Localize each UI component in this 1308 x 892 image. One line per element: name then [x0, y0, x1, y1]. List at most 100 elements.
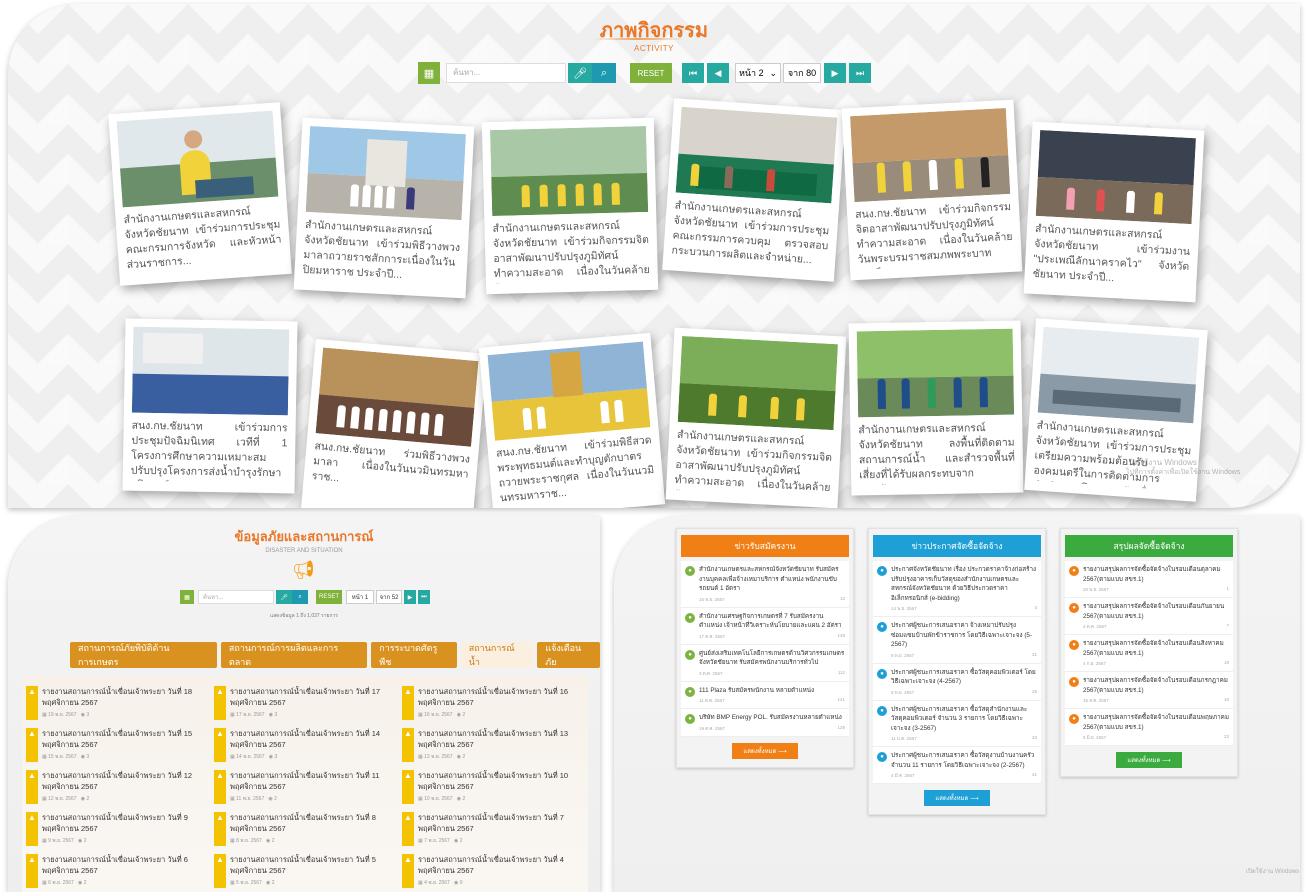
reset-button[interactable]: RESET — [316, 590, 342, 604]
activity-card[interactable]: สำนักงานเกษตรและสหกรณ์จังหวัดชัยนาท เข้า… — [108, 102, 292, 286]
item-meta: ▦ 11 พ.ย. 2567 ◉ 2 — [230, 795, 277, 803]
page-select-value: หน้า 2 — [738, 68, 764, 78]
list-item[interactable]: ▲ รายงานสถานการณ์น้ำเขื่อนเจ้าพระยา วันที… — [214, 852, 394, 890]
list-item[interactable]: ● สำนักงานเศรษฐกิจการเกษตรที่ 7 รับสมัครง… — [681, 608, 849, 645]
list-item[interactable]: ● 111 Plaza รับสมัครพนักงาน หลายตำแหน่ง 11… — [681, 682, 849, 709]
tab-alerts[interactable]: แจ้งเตือนภัย — [537, 642, 600, 668]
microphone-icon: 🎤︎ — [573, 67, 587, 80]
first-page-button[interactable]: ⏮ — [682, 63, 704, 83]
page-total: จาก 52 — [376, 590, 402, 604]
tab-water-situation[interactable]: สถานการณ์น้ำ — [460, 642, 534, 668]
show-all-procurement-button[interactable]: แสดงทั้งหมด ⟶ — [924, 790, 990, 806]
megaphone-icon: ● — [877, 566, 887, 576]
item-views: 33 — [1031, 735, 1037, 740]
next-page-button[interactable]: ▶ — [404, 590, 416, 604]
list-item[interactable]: ▲ รายงานสถานการณ์น้ำเขื่อนเจ้าพระยา วันที… — [26, 684, 206, 722]
item-title: รายงานสถานการณ์น้ำเขื่อนเจ้าพระยา วันที่… — [418, 813, 564, 833]
warning-icon: ▲ — [26, 686, 38, 720]
list-item[interactable]: ● ประกาศจังหวัดชัยนาท เรื่อง ประกวดราคาจ้… — [873, 561, 1041, 617]
search-input[interactable]: ค้นหา... — [198, 590, 274, 604]
activity-photo — [305, 126, 466, 221]
list-item[interactable]: ▲ รายงานสถานการณ์น้ำเขื่อนเจ้าพระยา วันที… — [402, 684, 582, 722]
warning-icon: ▲ — [214, 812, 226, 846]
list-item[interactable]: ● รายงานสรุปผลการจัดซื้อจัดจ้างในรอบเดือน… — [1065, 635, 1233, 672]
tab-pest-outbreak[interactable]: การระบาดศัตรูพืช — [371, 642, 457, 668]
list-item[interactable]: ● ประกาศผู้ชนะการเสนอราคา ซื้อวัสดุคอมพิว… — [873, 664, 1041, 701]
last-page-button[interactable]: ⏭ — [418, 590, 430, 604]
activity-photo — [856, 328, 1015, 418]
page-select[interactable]: หน้า 2 ⌄ — [735, 63, 781, 83]
list-item[interactable]: ● ประกาศผู้ชนะการเสนอราคา จ้างเหมาปรับปรุ… — [873, 617, 1041, 664]
warning-icon: ▲ — [26, 770, 38, 804]
search-input[interactable]: ค้นหา... — [446, 63, 566, 83]
activity-card[interactable]: สนง.กษ.ชัยนาท เข้าร่วมการประชุมปัจฉิมนิเ… — [122, 318, 298, 494]
list-item[interactable]: ● ประกาศผู้ชนะการเสนอราคา ซื้อวัสดุงานบ้า… — [873, 747, 1041, 784]
activity-card[interactable]: สนง.กษ.ชัยนาท ร่วมพิธีวางพวงมาลา เนื่องใ… — [300, 338, 488, 508]
item-date: 4 ก.ย. 2567 — [1083, 661, 1106, 666]
item-date: 16 พ.ย. 2567 — [424, 712, 453, 718]
activity-card[interactable]: สนง.กษ.ชัยนาท เข้าร่วมกิจกรรมจิตอาสาพัฒน… — [841, 99, 1023, 281]
list-item[interactable]: ● รายงานสรุปผลการจัดซื้อจัดจ้างในรอบเดือน… — [1065, 598, 1233, 635]
screenshot-canvas: ภาพกิจกรรม ACTIVITY ▦ ค้นหา... 🎤︎ ⌕ RESE… — [0, 0, 1308, 892]
list-item[interactable]: ▲ รายงานสถานการณ์น้ำเขื่อนเจ้าพระยา วันที… — [214, 768, 394, 806]
list-item[interactable]: ● ประกาศผู้ชนะการเสนอราคา ซื้อวัสดุสำนักง… — [873, 701, 1041, 747]
activity-card[interactable]: สำนักงานเกษตรและสหกรณ์จังหวัดชัยนาท เข้า… — [662, 98, 846, 282]
item-date: 5 มิ.ย. 2567 — [1083, 735, 1107, 740]
item-meta: ▦ 12 พ.ย. 2567 ◉ 2 — [42, 795, 89, 803]
activity-subtitle: ACTIVITY — [633, 44, 674, 53]
search-button[interactable]: ⌕ — [592, 63, 616, 83]
item-title: รายงานสถานการณ์น้ำเขื่อนเจ้าพระยา วันที่… — [230, 855, 376, 875]
list-item[interactable]: ▲ รายงานสถานการณ์น้ำเขื่อนเจ้าพระยา วันที… — [402, 726, 582, 764]
list-item[interactable]: ▲ รายงานสถานการณ์น้ำเขื่อนเจ้าพระยา วันที… — [26, 726, 206, 764]
item-views: 149 — [837, 632, 845, 638]
title-divider — [593, 38, 685, 40]
reset-button[interactable]: RESET — [630, 63, 672, 83]
activity-card[interactable]: สำนักงานเกษตรและสหกรณ์จังหวัดชัยนาท เข้า… — [665, 327, 847, 508]
activity-toolbar: ▦ ค้นหา... 🎤︎ ⌕ RESET ⏮ ◀ หน้า 2 ⌄ จาก 80… — [418, 62, 871, 84]
search-button[interactable]: ⌕ — [292, 590, 308, 604]
list-item[interactable]: ▲ รายงานสถานการณ์น้ำเขื่อนเจ้าพระยา วันที… — [402, 852, 582, 890]
item-views: 31 — [1031, 651, 1037, 657]
activity-caption: สำนักงานเกษตรและสหกรณ์จังหวัดชัยนาท เข้า… — [674, 428, 833, 498]
next-page-button[interactable]: ▶ — [824, 63, 846, 83]
list-item[interactable]: ● รายงานสรุปผลการจัดซื้อจัดจ้างในรอบเดือน… — [1065, 672, 1233, 709]
show-all-summary-button[interactable]: แสดงทั้งหมด ⟶ — [1116, 752, 1182, 768]
tab-agri-disaster[interactable]: สถานการณ์ภัยพิบัติด้านการเกษตร — [70, 642, 217, 668]
item-views: 3 — [1034, 605, 1037, 610]
activity-card[interactable]: สนง.กษ.ชัยนาท เข้าร่วมพิธีสวดพระพุทธมนต์… — [478, 332, 666, 508]
list-item[interactable]: ▲ รายงานสถานการณ์น้ำเขื่อนเจ้าพระยา วันที… — [26, 852, 206, 890]
list-item[interactable]: ▲ รายงานสถานการณ์น้ำเขื่อนเจ้าพระยา วันที… — [214, 810, 394, 848]
list-item[interactable]: ▲ รายงานสถานการณ์น้ำเขื่อนเจ้าพระยา วันที… — [26, 810, 206, 848]
list-item[interactable]: ▲ รายงานสถานการณ์น้ำเขื่อนเจ้าพระยา วันที… — [402, 768, 582, 806]
item-meta: 14 พ.ย. 2567 3 — [891, 605, 1037, 612]
activity-card[interactable]: สำนักงานเกษตรและสหกรณ์จังหวัดชัยนาท ลงพื… — [848, 320, 1024, 496]
item-meta: 20 พ.ย. 2567 1 — [1083, 586, 1229, 593]
item-views: 2 — [271, 838, 275, 844]
item-views: 2 — [83, 880, 87, 886]
activity-card[interactable]: สำนักงานเกษตรและสหกรณ์จังหวัดชัยนาท เข้า… — [1023, 121, 1205, 303]
list-item[interactable]: ▲ รายงานสถานการณ์น้ำเขื่อนเจ้าพระยา วันที… — [402, 810, 582, 848]
tab-production-market[interactable]: สถานการณ์การผลิตและการตลาด — [220, 642, 368, 668]
list-item[interactable]: ▲ รายงานสถานการณ์น้ำเขื่อนเจ้าพระยา วันที… — [214, 726, 394, 764]
list-item[interactable]: ● รายงานสรุปผลการจัดซื้อจัดจ้างในรอบเดือน… — [1065, 561, 1233, 598]
list-item[interactable]: ● บริษัท BMP Energy POL. รับสมัครงานหลายต… — [681, 709, 849, 737]
show-all-jobs-button[interactable]: แสดงทั้งหมด ⟶ — [732, 742, 798, 759]
list-item[interactable]: ● รายงานสรุปผลการจัดซื้อจัดจ้างในรอบเดือน… — [1065, 709, 1233, 746]
last-page-button[interactable]: ⏭ — [849, 63, 871, 83]
voice-search-button[interactable]: 🎤︎ — [568, 63, 592, 83]
activity-card[interactable]: สำนักงานเกษตรและสหกรณ์จังหวัดชัยนาท เข้า… — [293, 117, 475, 299]
list-item[interactable]: ● สำนักงานเกษตรและสหกรณ์จังหวัดชัยนาท รับ… — [681, 561, 849, 608]
activity-card[interactable]: สำนักงานเกษตรและสหกรณ์จังหวัดชัยนาท เข้า… — [481, 117, 659, 295]
warning-icon: ▲ — [402, 812, 414, 846]
prev-page-button[interactable]: ◀ — [707, 63, 729, 83]
warning-icon: ▲ — [214, 728, 226, 762]
megaphone-icon: 📢︎ — [292, 560, 315, 580]
list-item[interactable]: ● ศูนย์ส่งเสริมเทคโนโลยีการเกษตรด้านวิศวก… — [681, 645, 849, 682]
calendar-button[interactable]: ▦ — [180, 590, 194, 604]
calendar-button[interactable]: ▦ — [418, 62, 440, 84]
voice-search-button[interactable]: 🎤︎ — [276, 590, 292, 604]
list-item[interactable]: ▲ รายงานสถานการณ์น้ำเขื่อนเจ้าพระยา วันที… — [26, 768, 206, 806]
list-item[interactable]: ▲ รายงานสถานการณ์น้ำเขื่อนเจ้าพระยา วันที… — [214, 684, 394, 722]
page-select[interactable]: หน้า 1 — [346, 590, 374, 604]
item-meta: 11 ต.ค. 2567 141 — [699, 697, 845, 704]
